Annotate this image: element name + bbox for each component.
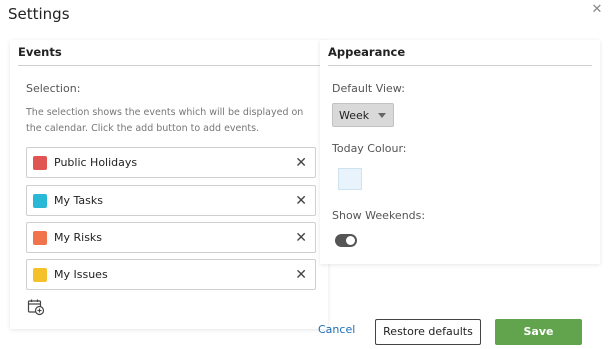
event-label: My Risks	[54, 231, 103, 244]
default-view-label: Default View:	[332, 82, 405, 95]
close-icon[interactable]: ✕	[295, 266, 307, 284]
events-header-divider	[18, 65, 320, 66]
cancel-button[interactable]: Cancel	[318, 323, 355, 336]
show-weekends-label: Show Weekends:	[332, 209, 426, 222]
event-item-my-issues: My Issues ✕	[26, 259, 316, 290]
events-panel: Events Selection: The selection shows th…	[10, 40, 328, 329]
close-icon[interactable]: ✕	[295, 192, 307, 210]
today-colour-swatch[interactable]	[338, 168, 362, 190]
event-item-my-tasks: My Tasks ✕	[26, 185, 316, 216]
show-weekends-toggle[interactable]	[335, 234, 357, 247]
event-label: My Tasks	[54, 194, 103, 207]
events-header: Events	[18, 45, 62, 59]
event-label: My Issues	[54, 268, 108, 281]
appearance-panel: Appearance Default View: Week Today Colo…	[320, 40, 600, 264]
save-button[interactable]: Save	[495, 319, 582, 345]
default-view-select[interactable]: Week	[332, 103, 394, 127]
event-color-swatch	[33, 231, 47, 245]
toggle-knob	[346, 236, 355, 245]
selection-description: The selection shows the events which wil…	[26, 107, 304, 134]
close-icon[interactable]: ✕	[295, 229, 307, 247]
appearance-header-divider	[328, 65, 592, 66]
close-icon[interactable]: ✕	[295, 154, 307, 172]
today-colour-label: Today Colour:	[332, 142, 407, 155]
dialog-title: Settings	[8, 5, 70, 23]
event-item-public-holidays: Public Holidays ✕	[26, 147, 316, 178]
chevron-down-icon	[378, 113, 386, 118]
restore-defaults-button[interactable]: Restore defaults	[375, 319, 481, 345]
appearance-header: Appearance	[328, 45, 406, 59]
event-label: Public Holidays	[54, 156, 138, 169]
event-item-my-risks: My Risks ✕	[26, 222, 316, 253]
event-color-swatch	[33, 156, 47, 170]
selection-label: Selection:	[26, 82, 81, 95]
event-color-swatch	[33, 268, 47, 282]
calendar-add-icon[interactable]	[27, 298, 45, 316]
close-icon[interactable]: ✕	[590, 3, 604, 17]
default-view-value: Week	[339, 109, 370, 122]
event-color-swatch	[33, 194, 47, 208]
